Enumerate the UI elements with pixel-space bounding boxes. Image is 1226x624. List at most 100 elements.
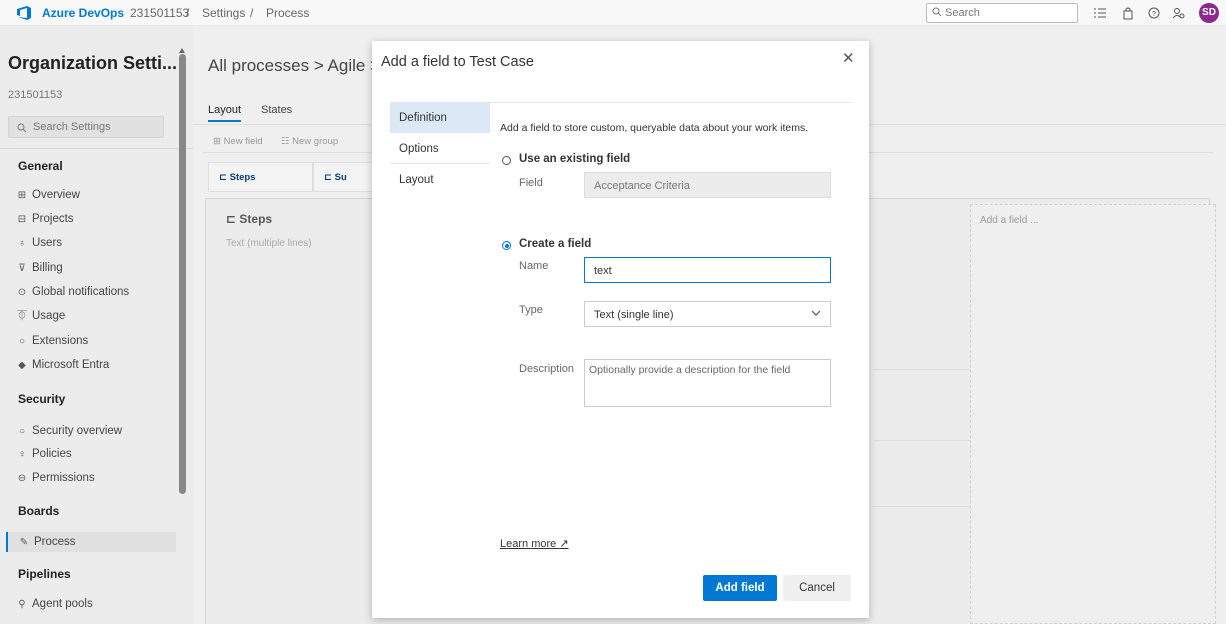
dialog-nav-definition[interactable]: Definition (390, 102, 490, 132)
sidebar-item-label: Global notifications (32, 286, 130, 298)
sidebar-item-agent-pools[interactable]: ⚲ Agent pools (16, 594, 176, 614)
sidebar-item-label: Microsoft Entra (32, 359, 110, 371)
azure-devops-logo-icon[interactable] (16, 5, 32, 21)
description-textarea[interactable]: Optionally provide a description for the… (584, 359, 831, 407)
entra-diamond-icon: ◆ (18, 360, 26, 371)
new-field-icon: ⊞ (213, 136, 224, 147)
search-input[interactable]: Search (926, 3, 1078, 23)
tab-states[interactable]: States (261, 104, 292, 116)
top-bar: Azure DevOps 231501153 / Settings / Proc… (0, 0, 1226, 26)
steps-icon: ⊏ (219, 172, 230, 183)
new-group-icon: ☷ (281, 136, 293, 147)
settings-search-input[interactable]: Search Settings (8, 116, 164, 138)
sidebar-scrollbar[interactable] (179, 54, 186, 494)
add-field-dialog: Add a field to Test Case ✕ Definition Op… (372, 41, 869, 618)
breadcrumb-settings[interactable]: Settings (202, 6, 245, 20)
sidebar-item-notifications[interactable]: ⊙ Global notifications (16, 282, 176, 302)
sidebar-item-label: Extensions (32, 335, 89, 347)
sidebar-item-projects[interactable]: ⊟ Projects (16, 209, 176, 229)
use-existing-radio[interactable] (502, 156, 511, 165)
breadcrumb-separator: / (186, 6, 190, 20)
sidebar-item-entra[interactable]: ◆ Microsoft Entra (16, 355, 176, 375)
summary-icon: ⊏ (324, 172, 335, 183)
search-placeholder: Search (945, 7, 980, 19)
learn-more-link[interactable]: Learn more ↗ (500, 537, 569, 550)
sidebar-item-extensions[interactable]: ○ Extensions (16, 331, 176, 351)
sidebar-item-policies[interactable]: ♀ Policies (16, 444, 176, 464)
new-field-label: New field (223, 136, 263, 147)
sidebar-item-label: Billing (32, 262, 63, 274)
sidebar-item-process[interactable]: ✎ Process (6, 532, 176, 552)
add-field-dropzone[interactable]: Add a field ... (970, 204, 1216, 624)
sidebar-item-security-overview[interactable]: ○ Security overview (16, 421, 176, 441)
dialog-header-divider (490, 102, 851, 103)
new-field-button[interactable]: ⊞ New field (213, 136, 263, 147)
sidebar-item-label: Process (34, 536, 76, 548)
settings-sidebar: Organization Setti... 231501153 Search S… (0, 26, 193, 624)
sidebar-item-label: Overview (32, 189, 80, 201)
group-tab-label: Su (334, 172, 347, 183)
add-field-placeholder: Add a field ... (980, 215, 1039, 226)
breadcrumb-process[interactable]: Process (266, 6, 309, 20)
sidebar-divider (0, 148, 193, 149)
sidebar-item-users[interactable]: ♁ Users (16, 233, 176, 253)
dialog-nav-layout[interactable]: Layout (390, 164, 490, 194)
search-icon (932, 7, 942, 17)
sidebar-item-overview[interactable]: ⊞ Overview (16, 185, 176, 205)
dialog-nav-options[interactable]: Options (390, 133, 490, 163)
scroll-up-arrow-icon[interactable] (179, 48, 185, 53)
create-field-radio[interactable] (502, 241, 511, 250)
help-icon[interactable]: ? (1147, 6, 1161, 20)
user-settings-icon[interactable] (1171, 6, 1185, 20)
new-group-label: New group (292, 136, 339, 147)
description-label: Description (519, 363, 575, 375)
steps-group-title[interactable]: ⊏ Steps (226, 212, 272, 226)
checklist-icon[interactable] (1093, 6, 1107, 20)
breadcrumb-separator: / (250, 6, 254, 20)
sidebar-item-usage[interactable]: ⏁ Usage (16, 306, 176, 326)
dialog-nav: Definition Options Layout (390, 102, 490, 222)
dialog-title: Add a field to Test Case (381, 54, 534, 70)
type-label: Type (519, 304, 543, 316)
avatar[interactable]: SD (1199, 3, 1219, 23)
steps-icon: ⊏ (226, 212, 240, 226)
sidebar-item-label: Usage (32, 310, 66, 322)
page-title: All processes > Agile > (208, 56, 380, 75)
section-boards: Boards (18, 504, 60, 518)
org-breadcrumb[interactable]: 231501153 (130, 6, 189, 20)
svg-text:?: ? (1152, 11, 1156, 18)
create-field-label[interactable]: Create a field (519, 238, 591, 250)
close-icon[interactable]: ✕ (842, 49, 855, 67)
usage-icon: ⏁ (17, 311, 27, 322)
field-type-value: Text (single line) (594, 309, 674, 321)
tab-layout[interactable]: Layout (208, 104, 242, 122)
search-icon (17, 123, 27, 133)
policies-icon: ♀ (18, 449, 26, 460)
use-existing-label[interactable]: Use an existing field (519, 153, 630, 165)
sidebar-title: Organization Setti... (8, 53, 178, 73)
billing-cart-icon: ⊽ (18, 263, 26, 274)
marketplace-bag-icon[interactable] (1121, 6, 1135, 20)
field-type-select[interactable]: Text (single line) (584, 301, 831, 327)
sidebar-item-permissions[interactable]: ⊖ Permissions (16, 468, 176, 488)
add-field-button[interactable]: Add field (703, 575, 777, 601)
cancel-button[interactable]: Cancel (783, 575, 851, 601)
learn-more-label: Learn more (500, 538, 557, 550)
overview-icon: ⊞ (17, 190, 27, 201)
sidebar-item-label: Permissions (32, 472, 95, 484)
group-tab-steps[interactable]: ⊏ Steps (208, 162, 313, 192)
sidebar-item-label: Security overview (32, 425, 123, 437)
section-pipelines: Pipelines (18, 567, 71, 581)
row-divider (873, 369, 973, 370)
group-tab-label: Steps (229, 172, 256, 183)
sidebar-item-label: Projects (32, 213, 74, 225)
brand-link[interactable]: Azure DevOps (42, 6, 124, 20)
existing-field-select: Acceptance Criteria (584, 172, 831, 198)
sidebar-item-billing[interactable]: ⊽ Billing (16, 258, 176, 278)
sidebar-item-label: Policies (32, 448, 72, 460)
new-group-button[interactable]: ☷ New group (281, 136, 338, 147)
lock-icon: ⊖ (17, 473, 27, 484)
extensions-icon: ○ (18, 336, 26, 347)
steps-group-label: Steps (239, 212, 273, 226)
field-name-input[interactable]: text (584, 257, 831, 283)
